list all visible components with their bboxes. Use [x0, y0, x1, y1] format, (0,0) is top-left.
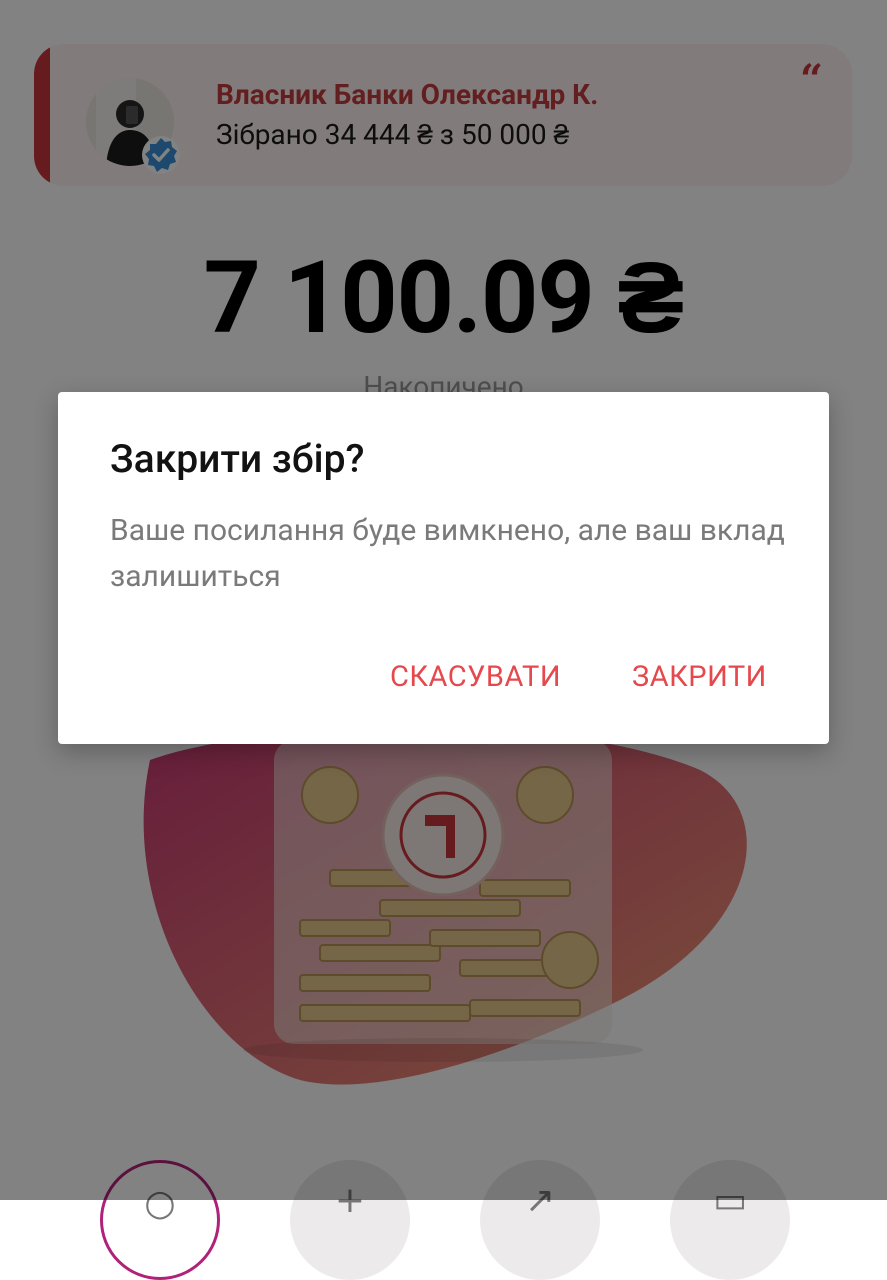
dialog-message: Ваше посилання буде вимкнено, але ваш вк… — [110, 513, 785, 594]
dialog-title: Закрити збір? — [110, 436, 365, 482]
cancel-button[interactable]: СКАСУВАТИ — [390, 660, 561, 694]
confirm-close-button[interactable]: ЗАКРИТИ — [632, 660, 767, 694]
close-jar-dialog: Закрити збір? Ваше посилання буде вимкне… — [58, 392, 829, 744]
